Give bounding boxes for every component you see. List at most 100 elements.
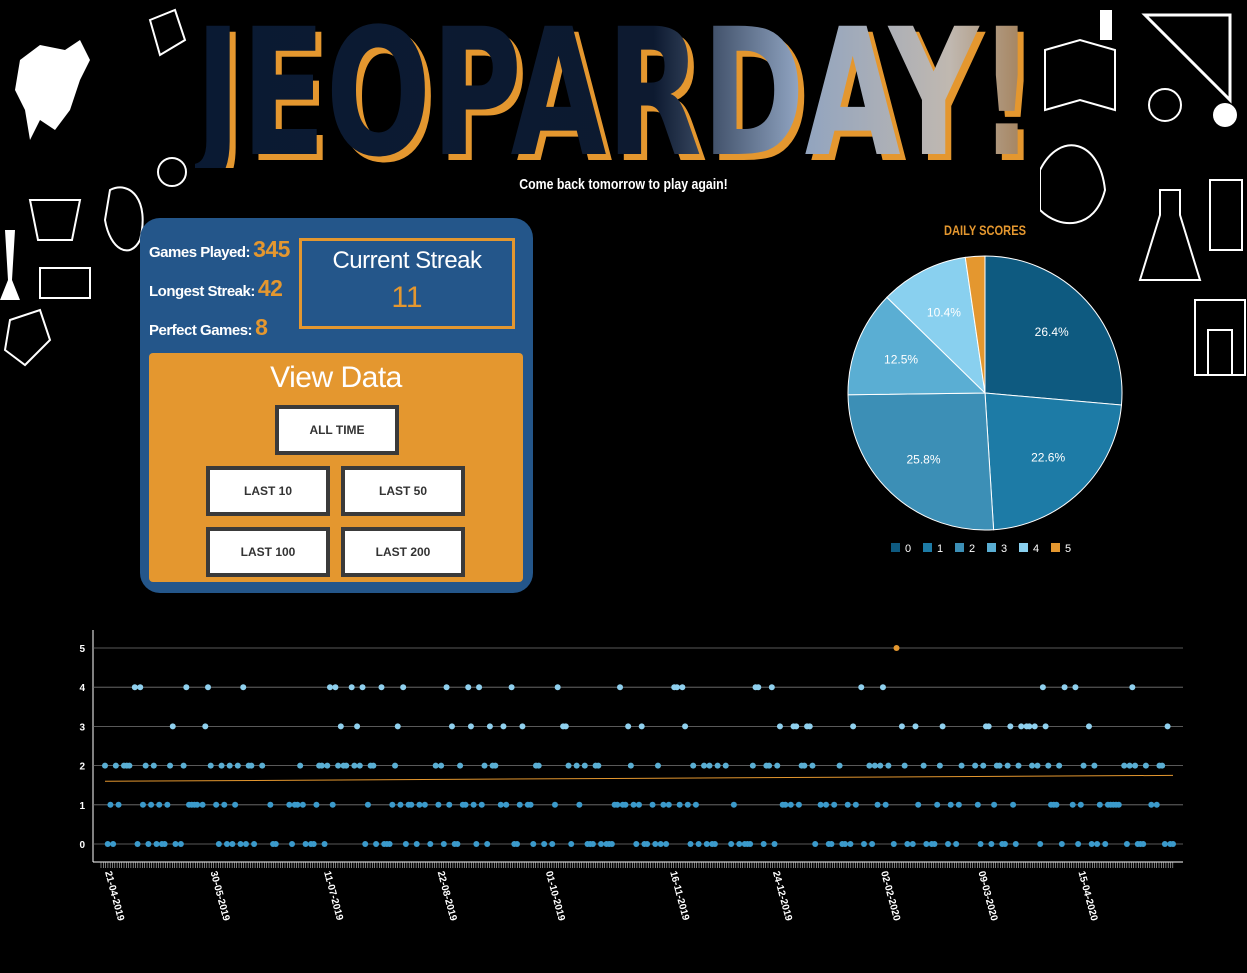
score-point[interactable]	[370, 762, 377, 769]
score-point[interactable]	[421, 801, 428, 808]
score-point[interactable]	[326, 684, 333, 691]
score-point[interactable]	[801, 762, 808, 769]
score-point[interactable]	[131, 684, 138, 691]
score-point[interactable]	[817, 801, 824, 808]
score-point[interactable]	[679, 684, 686, 691]
score-point[interactable]	[766, 762, 773, 769]
score-point[interactable]	[985, 723, 992, 730]
score-point[interactable]	[440, 841, 447, 847]
score-point[interactable]	[871, 762, 878, 769]
score-point[interactable]	[977, 841, 984, 847]
score-point[interactable]	[177, 841, 184, 847]
score-point[interactable]	[237, 841, 244, 847]
score-point[interactable]	[234, 762, 241, 769]
score-point[interactable]	[470, 801, 477, 808]
score-point[interactable]	[467, 723, 474, 730]
score-point[interactable]	[787, 801, 794, 808]
score-point[interactable]	[413, 841, 420, 847]
score-point[interactable]	[115, 801, 122, 808]
score-point[interactable]	[1121, 762, 1128, 769]
score-point[interactable]	[348, 684, 355, 691]
score-point[interactable]	[901, 762, 908, 769]
score-point[interactable]	[448, 723, 455, 730]
score-point[interactable]	[172, 841, 179, 847]
score-point[interactable]	[199, 801, 206, 808]
score-point[interactable]	[551, 801, 558, 808]
score-point[interactable]	[476, 684, 483, 691]
score-point[interactable]	[638, 723, 645, 730]
score-point[interactable]	[747, 841, 754, 847]
score-point[interactable]	[473, 841, 480, 847]
score-point[interactable]	[953, 841, 960, 847]
score-point[interactable]	[617, 684, 624, 691]
score-point[interactable]	[947, 801, 954, 808]
score-point[interactable]	[202, 723, 209, 730]
score-point[interactable]	[749, 762, 756, 769]
score-point[interactable]	[454, 841, 461, 847]
score-point[interactable]	[909, 841, 916, 847]
score-point[interactable]	[267, 801, 274, 808]
score-point[interactable]	[1140, 841, 1147, 847]
score-point[interactable]	[205, 684, 212, 691]
score-point[interactable]	[354, 723, 361, 730]
score-point[interactable]	[104, 841, 111, 847]
last-10-button[interactable]: LAST 10	[206, 466, 330, 516]
score-point[interactable]	[1042, 723, 1049, 730]
score-point[interactable]	[898, 723, 905, 730]
score-point[interactable]	[302, 841, 309, 847]
score-point[interactable]	[1026, 723, 1033, 730]
score-point[interactable]	[920, 762, 927, 769]
last-200-button[interactable]: LAST 200	[341, 527, 465, 577]
score-point[interactable]	[722, 762, 729, 769]
score-point[interactable]	[549, 841, 556, 847]
score-point[interactable]	[904, 841, 911, 847]
score-point[interactable]	[392, 762, 399, 769]
score-point[interactable]	[259, 762, 266, 769]
score-point[interactable]	[622, 801, 629, 808]
score-point[interactable]	[1045, 762, 1052, 769]
score-point[interactable]	[1126, 762, 1133, 769]
score-point[interactable]	[736, 841, 743, 847]
score-point[interactable]	[1012, 841, 1019, 847]
score-point[interactable]	[394, 723, 401, 730]
score-point[interactable]	[332, 684, 339, 691]
score-point[interactable]	[657, 841, 664, 847]
score-point[interactable]	[562, 723, 569, 730]
score-point[interactable]	[687, 841, 694, 847]
score-point[interactable]	[793, 723, 800, 730]
legend-label-0[interactable]: 0	[905, 543, 911, 555]
score-point[interactable]	[842, 841, 849, 847]
score-point[interactable]	[110, 841, 117, 847]
score-point[interactable]	[402, 841, 409, 847]
score-point[interactable]	[194, 801, 201, 808]
score-point[interactable]	[1061, 684, 1068, 691]
score-point[interactable]	[180, 762, 187, 769]
score-point[interactable]	[1142, 762, 1149, 769]
score-point[interactable]	[337, 723, 344, 730]
score-point[interactable]	[614, 801, 621, 808]
score-point[interactable]	[215, 841, 222, 847]
score-point[interactable]	[530, 841, 537, 847]
score-point[interactable]	[251, 841, 258, 847]
score-point[interactable]	[1029, 762, 1036, 769]
score-point[interactable]	[652, 841, 659, 847]
score-point[interactable]	[1115, 801, 1122, 808]
score-point[interactable]	[1072, 684, 1079, 691]
score-point[interactable]	[649, 801, 656, 808]
score-point[interactable]	[500, 723, 507, 730]
score-point[interactable]	[481, 762, 488, 769]
score-point[interactable]	[1001, 841, 1008, 847]
score-point[interactable]	[486, 723, 493, 730]
score-point[interactable]	[139, 801, 146, 808]
score-point[interactable]	[627, 762, 634, 769]
score-point[interactable]	[126, 762, 133, 769]
score-point[interactable]	[576, 801, 583, 808]
score-point[interactable]	[877, 762, 884, 769]
score-point[interactable]	[890, 841, 897, 847]
score-point[interactable]	[958, 762, 965, 769]
score-point[interactable]	[1085, 723, 1092, 730]
score-point[interactable]	[153, 841, 160, 847]
score-point[interactable]	[102, 762, 108, 769]
score-point[interactable]	[400, 684, 407, 691]
score-point[interactable]	[164, 801, 171, 808]
